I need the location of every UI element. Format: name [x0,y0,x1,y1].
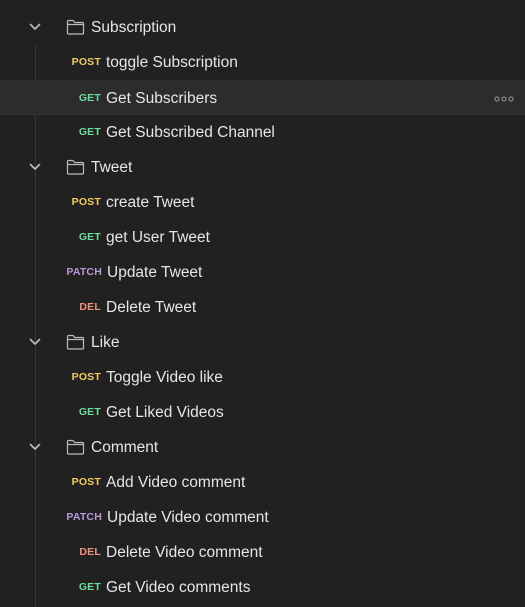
request-row[interactable]: POST toggle Subscription [0,45,525,80]
folder-label: Tweet [91,159,133,176]
request-label: Get Video comments [106,579,251,596]
method-badge-get: GET [78,92,101,104]
more-icon[interactable] [494,96,514,102]
request-row[interactable]: POST Add Video comment [0,465,525,500]
request-row[interactable]: POST create Tweet [0,185,525,220]
method-badge-get: GET [78,581,101,593]
method-badge-post: POST [71,476,101,488]
method-badge-post: POST [71,371,101,383]
folder-row-like[interactable]: Like [0,325,525,360]
method-badge-post: POST [71,56,101,68]
request-label: Get Liked Videos [106,404,224,421]
method-badge-get: GET [78,126,101,138]
folder-row-comment[interactable]: Comment [0,430,525,465]
request-row[interactable]: PATCH Update Video comment [0,500,525,535]
method-badge-patch: PATCH [66,266,102,278]
request-label: Get Subscribers [106,90,218,107]
folder-icon [66,334,85,350]
chevron-down-icon[interactable] [29,23,41,31]
folder-row-subscription[interactable]: Subscription [0,10,525,45]
chevron-down-icon[interactable] [29,163,41,171]
method-badge-patch: PATCH [66,511,102,523]
method-badge-del: DEL [79,301,101,313]
request-label: Add Video comment [106,474,246,491]
request-label: Update Tweet [107,264,203,281]
folder-row-tweet[interactable]: Tweet [0,150,525,185]
chevron-down-icon[interactable] [29,443,41,451]
request-label: toggle Subscription [106,54,238,71]
method-badge-post: POST [71,196,101,208]
request-row[interactable]: GET Get Subscribed Channel [0,115,525,150]
request-label: Delete Tweet [106,299,197,316]
folder-icon [66,159,85,175]
request-label: Toggle Video like [106,369,223,386]
request-row[interactable]: GET Get Video comments [0,570,525,605]
request-row[interactable]: PATCH Update Tweet [0,255,525,290]
chevron-down-icon[interactable] [29,338,41,346]
request-row-active[interactable]: GET Get Subscribers [0,80,525,115]
request-row[interactable]: GET Get Liked Videos [0,395,525,430]
request-row[interactable]: GET get User Tweet [0,220,525,255]
request-label: Get Subscribed Channel [106,124,275,141]
request-row[interactable]: POST Toggle Video like [0,360,525,395]
method-badge-del: DEL [79,546,101,558]
request-label: get User Tweet [106,229,210,246]
folder-icon [66,19,85,35]
folder-label: Like [91,334,120,351]
method-badge-get: GET [78,406,101,418]
request-label: create Tweet [106,194,195,211]
method-badge-get: GET [78,231,101,243]
request-label: Update Video comment [107,509,269,526]
request-row[interactable]: DEL Delete Tweet [0,290,525,325]
request-row[interactable]: DEL Delete Video comment [0,535,525,570]
folder-label: Subscription [91,19,177,36]
folder-label: Comment [91,439,159,456]
collection-tree: Subscription POST toggle Subscription GE… [0,0,525,607]
folder-icon [66,439,85,455]
request-label: Delete Video comment [106,544,263,561]
